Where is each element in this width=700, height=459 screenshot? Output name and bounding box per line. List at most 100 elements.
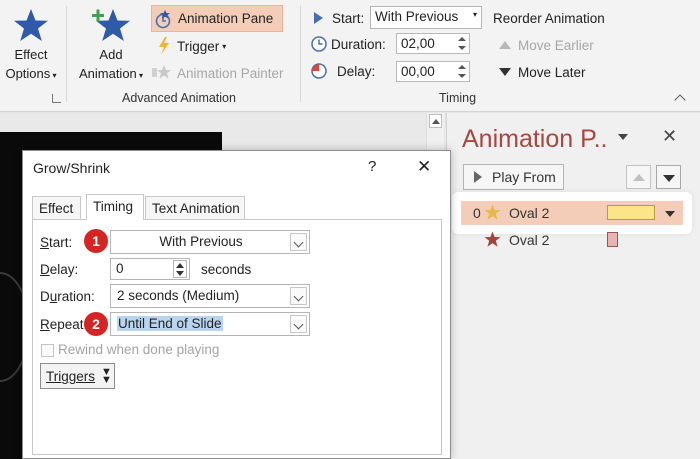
pane-options-icon[interactable] xyxy=(618,134,628,140)
painter-icon xyxy=(151,64,173,82)
move-up-button[interactable] xyxy=(626,165,651,189)
duration-combo[interactable]: 2 seconds (Medium) xyxy=(110,284,310,308)
clock-icon xyxy=(311,36,327,52)
effect-options-button[interactable]: Effect Options ▾ xyxy=(0,8,62,85)
delay-spinner-value: 0 xyxy=(116,261,124,276)
tab-effect[interactable]: Effect xyxy=(32,196,81,220)
play-from-button[interactable]: Play From xyxy=(463,164,564,190)
duration-combo-value: 2 seconds (Medium) xyxy=(117,288,240,303)
dialog-title: Grow/Shrink xyxy=(33,160,111,176)
delay-spinner[interactable]: 00,00 xyxy=(396,61,470,82)
add-animation-label-2: Animation ▾ xyxy=(78,66,144,81)
triangle-up-icon xyxy=(432,119,440,124)
double-chevron-down-icon: ▼ ▼ xyxy=(101,366,112,386)
spinner-arrows-icon[interactable] xyxy=(457,36,466,51)
animation-pane-icon xyxy=(155,9,173,29)
close-pane-icon[interactable]: ✕ xyxy=(662,126,677,147)
start-label: Start: xyxy=(332,10,365,26)
tab-text-animation[interactable]: Text Animation xyxy=(145,196,245,220)
animation-item-index: 0 xyxy=(473,205,481,221)
animation-pane-label: Animation Pane xyxy=(178,11,274,26)
play-icon xyxy=(314,12,323,24)
move-earlier-button[interactable]: Move Earlier xyxy=(499,35,594,55)
scroll-up-button[interactable] xyxy=(429,114,442,128)
duration-label: Duration: xyxy=(331,36,386,52)
move-later-label: Move Later xyxy=(518,64,586,80)
delay-value: 00,00 xyxy=(401,64,435,79)
animation-pane-title: Animation P.. xyxy=(462,125,608,153)
trigger-button[interactable]: Trigger ▾ xyxy=(157,35,226,57)
star-gold-icon xyxy=(484,204,501,221)
duration-label-rest: ration: xyxy=(57,289,95,304)
star-brown-icon xyxy=(484,231,501,248)
grow-shrink-dialog: Grow/Shrink ? ✕ Effect Timing Text Anima… xyxy=(22,150,451,459)
close-button[interactable]: ✕ xyxy=(417,157,431,177)
chevron-down-icon[interactable] xyxy=(290,287,307,305)
duration-label-row: Duration: xyxy=(311,34,386,54)
trigger-label: Trigger xyxy=(177,38,220,54)
play-from-label: Play From xyxy=(492,169,556,185)
tab-bar: Effect Timing Text Animation xyxy=(32,194,442,220)
triggers-button[interactable]: Triggers ▼ ▼ xyxy=(40,363,115,389)
help-button[interactable]: ? xyxy=(368,158,376,175)
chevron-down-icon[interactable] xyxy=(290,315,307,333)
start-label-row: Start: xyxy=(314,8,364,28)
animation-painter-label: Animation Painter xyxy=(177,65,284,81)
animation-painter-button[interactable]: Animation Painter xyxy=(151,62,284,84)
repeat-combo[interactable]: Until End of Slide xyxy=(110,312,310,336)
triangle-down-icon xyxy=(663,175,675,182)
triangle-down-icon xyxy=(499,68,511,76)
start-combo[interactable]: With Previous xyxy=(110,230,310,254)
duration-value: 02,00 xyxy=(401,36,435,51)
delay-clock-icon xyxy=(311,63,327,79)
lightning-icon xyxy=(157,37,171,55)
rewind-label: Rewind when done playing xyxy=(58,342,220,357)
animation-item-name: Oval 2 xyxy=(509,232,550,248)
delay-unit: seconds xyxy=(201,262,252,277)
repeat-combo-value: Until End of Slide xyxy=(117,316,223,331)
triggers-label: Triggers xyxy=(46,368,96,384)
timeline-bar xyxy=(607,205,655,220)
start-combo-value: With Previous xyxy=(159,234,243,249)
effect-options-label-1: Effect xyxy=(14,47,48,62)
play-icon xyxy=(474,171,482,183)
timing-group-label: Timing xyxy=(439,91,477,105)
repeat-label-rest: epeat: xyxy=(49,317,88,332)
delay-spinner[interactable]: 0 xyxy=(110,258,190,280)
add-star-icon xyxy=(89,8,133,42)
spinner-arrows-icon[interactable] xyxy=(173,260,187,278)
add-animation-label-1: Add xyxy=(99,47,123,62)
start-select[interactable]: With Previous ▾ xyxy=(370,6,482,29)
animation-pane-button[interactable]: Animation Pane xyxy=(151,5,283,32)
duration-spinner[interactable]: 02,00 xyxy=(396,33,470,54)
repeat-label: Repeat: xyxy=(40,317,88,332)
move-down-button[interactable] xyxy=(656,165,681,189)
spinner-arrows-icon[interactable] xyxy=(457,64,466,79)
item-dropdown-icon[interactable] xyxy=(665,211,675,217)
advanced-animation-group-label: Advanced Animation xyxy=(122,91,236,105)
tab-timing[interactable]: Timing xyxy=(86,194,144,220)
delay-label: Delay: xyxy=(40,262,79,277)
effect-options-label-2: Options ▾ xyxy=(5,66,57,81)
add-animation-button[interactable]: Add Animation ▾ xyxy=(70,8,152,85)
collapse-ribbon-icon[interactable] xyxy=(674,94,686,106)
animation-list-item[interactable]: Oval 2 xyxy=(461,228,683,250)
rewind-checkbox[interactable] xyxy=(41,344,54,357)
ribbon: Effect Options ▾ Add Animation ▾ Animati… xyxy=(0,0,700,112)
start-label: Start: xyxy=(40,235,73,250)
step-badge-2: 2 xyxy=(84,312,108,336)
duration-label-a: D xyxy=(40,289,50,304)
step-badge-1: 1 xyxy=(84,229,108,253)
chevron-down-icon: ▾ xyxy=(222,41,227,51)
delay-label: Delay: xyxy=(337,63,376,79)
dialog-launcher-icon[interactable] xyxy=(52,94,61,103)
timeline-bar xyxy=(607,232,618,247)
animation-list-item[interactable]: 0 Oval 2 xyxy=(461,201,683,225)
chevron-down-icon: ▾ xyxy=(472,10,477,19)
move-later-button[interactable]: Move Later xyxy=(499,62,586,82)
triangle-up-icon xyxy=(633,174,645,181)
reorder-animation-title: Reorder Animation xyxy=(493,10,605,26)
tab-panel xyxy=(32,219,442,455)
chevron-down-icon[interactable] xyxy=(290,233,307,251)
delay-label-row: Delay: xyxy=(311,61,375,81)
